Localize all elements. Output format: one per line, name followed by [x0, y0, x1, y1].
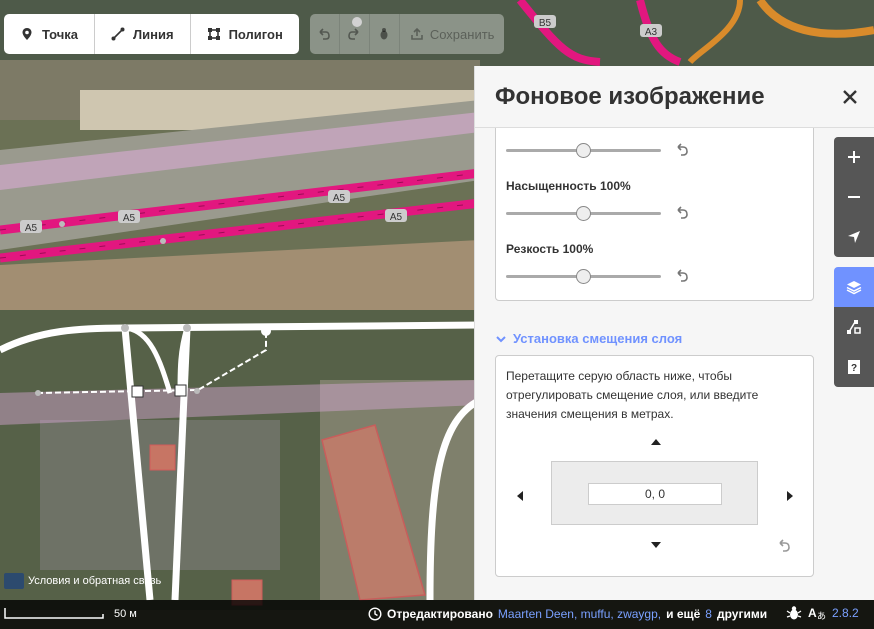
- close-button[interactable]: [838, 85, 862, 109]
- line-icon: [111, 27, 125, 41]
- add-line-label: Линия: [133, 26, 174, 42]
- svg-text:あ: あ: [817, 611, 826, 621]
- feedback-icon: [4, 573, 24, 589]
- location-arrow-icon: [848, 231, 860, 243]
- add-point-label: Точка: [42, 26, 79, 42]
- offset-card: Перетащите серую область ниже, чтобы отр…: [495, 355, 814, 577]
- layers-icon: [846, 281, 862, 295]
- offset-section-toggle[interactable]: Установка смещения слоя: [495, 331, 682, 346]
- road-label-a3: A3: [640, 24, 662, 38]
- polygon-icon: [207, 28, 220, 40]
- minus-icon: [848, 196, 860, 198]
- svg-text:A5: A5: [390, 212, 403, 223]
- scale-label: 50 м: [114, 608, 137, 620]
- more-count-link[interactable]: 8: [705, 607, 712, 621]
- svg-text:A5: A5: [123, 213, 136, 224]
- add-line-button[interactable]: Линия: [95, 14, 191, 54]
- sharpness-reset-icon[interactable]: [674, 268, 690, 284]
- footer-bar: 50 м Отредактировано Maarten Deen, muffu…: [0, 600, 874, 629]
- svg-text:A5: A5: [25, 223, 38, 234]
- road-label-b5: B5: [534, 15, 556, 29]
- panel-title: Фоновое изображение: [495, 82, 765, 110]
- geolocate-button[interactable]: [834, 217, 874, 257]
- translate-icon[interactable]: Aあ: [808, 605, 826, 621]
- saturation-slider[interactable]: [506, 203, 806, 223]
- help-button[interactable]: ?: [834, 347, 874, 387]
- offset-input[interactable]: [588, 483, 722, 505]
- offset-drag-area[interactable]: [551, 461, 758, 525]
- point-icon: [22, 28, 32, 40]
- panel-header: Фоновое изображение: [475, 66, 874, 128]
- edit-buttons: Сохранить: [309, 14, 505, 54]
- edit-attribution: Отредактировано Maarten Deen, muffu, zwa…: [368, 607, 767, 621]
- svg-text:A: A: [808, 606, 817, 620]
- background-button[interactable]: [834, 267, 874, 307]
- terms-label: Условия и обратная связь: [28, 575, 162, 587]
- top-toolbar: Точка Линия Полигон Сохранить: [4, 14, 505, 56]
- and-more-text: и ещё: [666, 607, 701, 621]
- svg-text:A3: A3: [645, 27, 658, 38]
- history-button[interactable]: [370, 14, 400, 54]
- bug-report-icon[interactable]: [786, 605, 802, 621]
- scale-bar: [4, 608, 104, 619]
- road-label-a5-2: A5: [118, 210, 140, 224]
- saturation-reset-icon[interactable]: [674, 205, 690, 221]
- offset-instructions: Перетащите серую область ниже, чтобы отр…: [506, 369, 759, 421]
- undo-icon: [319, 28, 331, 40]
- nudge-down-button[interactable]: [651, 542, 661, 548]
- close-icon: [843, 89, 857, 104]
- road-label-a5-4: A5: [385, 209, 407, 223]
- offset-section-title: Установка смещения слоя: [513, 331, 683, 346]
- nudge-left-button[interactable]: [517, 491, 523, 501]
- map-data-icon: [847, 320, 861, 334]
- editors-links[interactable]: Maarten Deen, muffu, zwaygp,: [498, 607, 661, 621]
- sharpness-slider[interactable]: [506, 266, 806, 286]
- redo-icon: [348, 28, 359, 40]
- road-label-a5-1: A5: [20, 220, 42, 234]
- bug-icon: [380, 28, 388, 40]
- help-icon: ?: [848, 360, 860, 374]
- saturation-thumb[interactable]: [576, 206, 591, 221]
- plus-icon: [848, 151, 860, 163]
- panel-body: Насыщенность 100% Резкость 100% Установк…: [475, 128, 874, 600]
- save-button[interactable]: Сохранить: [400, 14, 505, 54]
- saturation-label: Насыщенность 100%: [506, 179, 631, 193]
- add-point-button[interactable]: Точка: [4, 14, 96, 54]
- svg-text:A5: A5: [333, 193, 346, 204]
- upload-icon: [411, 27, 423, 40]
- road-label-a5-3: A5: [328, 190, 350, 204]
- edited-prefix: Отредактировано: [387, 607, 493, 621]
- add-polygon-button[interactable]: Полигон: [191, 14, 299, 54]
- history-clock-icon: [368, 607, 382, 621]
- brightness-slider[interactable]: [506, 140, 806, 160]
- svg-text:?: ?: [851, 363, 857, 374]
- brightness-reset-icon[interactable]: [674, 142, 690, 158]
- zoom-out-button[interactable]: [834, 177, 874, 217]
- brightness-thumb[interactable]: [576, 143, 591, 158]
- chevron-down-icon: [496, 335, 506, 342]
- version-link[interactable]: 2.8.2: [832, 606, 859, 620]
- footer-right: Aあ 2.8.2: [786, 605, 859, 621]
- sharpness-label: Резкость 100%: [506, 242, 594, 256]
- terms-link[interactable]: Условия и обратная связь: [4, 573, 161, 589]
- offset-reset-icon[interactable]: [776, 538, 792, 554]
- svg-text:B5: B5: [539, 18, 552, 29]
- zoom-in-button[interactable]: [834, 137, 874, 177]
- display-options-card: Насыщенность 100% Резкость 100%: [495, 128, 814, 301]
- background-panel: Фоновое изображение Насыщенность 100% Ре…: [474, 66, 874, 600]
- nudge-up-button[interactable]: [651, 439, 661, 445]
- add-polygon-label: Полигон: [228, 26, 283, 42]
- nudge-right-button[interactable]: [787, 491, 793, 501]
- sharpness-thumb[interactable]: [576, 269, 591, 284]
- others-text: другими: [716, 607, 768, 621]
- redo-button[interactable]: [340, 14, 370, 54]
- mode-buttons: Точка Линия Полигон: [4, 14, 299, 54]
- undo-button[interactable]: [310, 14, 340, 54]
- save-label: Сохранить: [429, 26, 495, 42]
- map-data-button[interactable]: [834, 307, 874, 347]
